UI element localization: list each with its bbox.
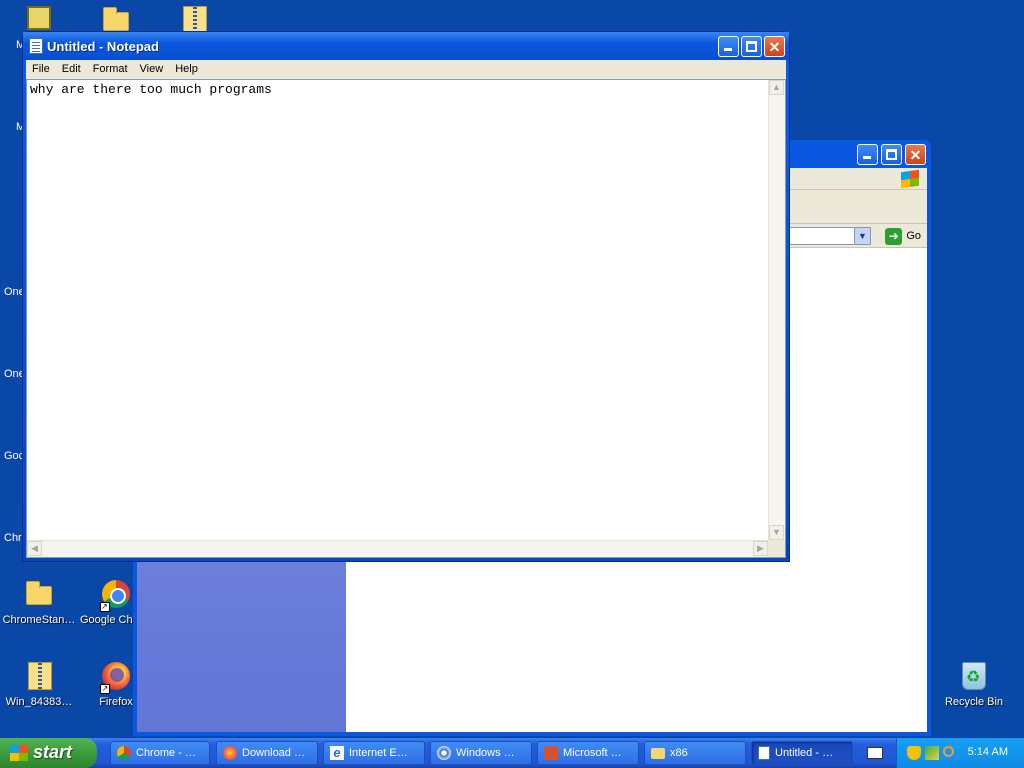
maximize-button[interactable] xyxy=(741,36,762,57)
desktop-icon-label: ChromeStan… xyxy=(2,614,76,626)
taskbar-button-label: Windows … xyxy=(456,747,515,759)
folder-icon xyxy=(103,7,129,31)
taskbar-button-microsoft[interactable]: Microsoft … xyxy=(537,741,639,765)
windows-logo-icon xyxy=(10,745,28,761)
keyboard-icon[interactable] xyxy=(867,747,883,759)
taskbar-button-label: x86 xyxy=(670,747,688,759)
taskbar-button-label: Internet E… xyxy=(349,747,408,759)
taskbar-button-windows-media[interactable]: Windows … xyxy=(430,741,532,765)
taskbar-button-x86[interactable]: x86 xyxy=(644,741,746,765)
menu-view[interactable]: View xyxy=(134,60,170,79)
notepad-title-bar[interactable]: Untitled - Notepad ✕ xyxy=(23,32,789,60)
editor-content[interactable]: why are there too much programs xyxy=(30,82,272,97)
close-icon: ✕ xyxy=(768,39,781,55)
recycle-bin-icon xyxy=(962,662,986,690)
security-shield-icon[interactable] xyxy=(907,746,921,760)
chrome-icon xyxy=(117,746,131,760)
firefox-icon xyxy=(223,746,237,760)
taskbar-button-download[interactable]: Download … xyxy=(216,741,318,765)
scroll-left-icon[interactable]: ◀ xyxy=(27,541,42,556)
notepad-icon xyxy=(758,746,770,760)
desktop-icon-label: Win_84383… xyxy=(5,696,73,708)
desktop-icon-chromestandalone[interactable]: ChromeStan… xyxy=(0,578,79,626)
network-icon[interactable] xyxy=(925,746,939,760)
desktop-icon-recycle-bin[interactable]: Recycle Bin xyxy=(934,660,1014,708)
menu-format[interactable]: Format xyxy=(87,60,134,79)
chevron-down-icon[interactable]: ▼ xyxy=(854,228,870,244)
menu-file[interactable]: File xyxy=(26,60,56,79)
shortcut-arrow-icon: ↗ xyxy=(100,684,110,694)
outlook-icon xyxy=(27,6,51,30)
windows-logo-icon xyxy=(901,169,919,189)
folder-icon xyxy=(26,581,52,605)
minimize-button[interactable] xyxy=(718,36,739,57)
notepad-icon[interactable] xyxy=(29,38,43,54)
taskbar-button-notepad[interactable]: Untitled - … xyxy=(751,741,853,765)
taskbar-button-label: Untitled - … xyxy=(775,747,834,759)
taskbar-button-chrome[interactable]: Chrome - … xyxy=(110,741,210,765)
vertical-scrollbar[interactable]: ▲ ▼ xyxy=(768,80,785,540)
ie-icon: e xyxy=(330,746,344,760)
explorer-maximize-button[interactable] xyxy=(881,144,902,165)
menubar: File Edit Format View Help xyxy=(26,60,786,79)
resize-grip-icon[interactable] xyxy=(768,540,785,557)
desktop-icon-label: Google Chr xyxy=(80,614,137,626)
zip-folder-icon xyxy=(183,6,207,34)
desktop-icon-google-chrome[interactable]: ↗ Google Chr xyxy=(77,578,137,626)
shortcut-arrow-icon: ↗ xyxy=(100,602,110,612)
desktop-icon-win-zip[interactable]: Win_84383… xyxy=(0,660,79,708)
menu-help[interactable]: Help xyxy=(169,60,204,79)
window-title: Untitled - Notepad xyxy=(47,39,159,54)
close-icon: ✕ xyxy=(909,147,922,163)
folder-icon xyxy=(651,747,665,759)
media-icon xyxy=(437,746,451,760)
start-label: start xyxy=(33,742,73,762)
horizontal-scrollbar[interactable]: ◀ ▶ xyxy=(27,540,768,557)
zip-folder-icon xyxy=(28,662,52,690)
close-button[interactable]: ✕ xyxy=(764,36,785,57)
powerpoint-icon xyxy=(544,746,558,760)
scroll-up-icon[interactable]: ▲ xyxy=(769,80,784,95)
explorer-minimize-button[interactable] xyxy=(857,144,878,165)
menu-edit[interactable]: Edit xyxy=(56,60,87,79)
text-editor[interactable]: why are there too much programs ▲ ▼ ◀ ▶ xyxy=(26,79,786,558)
start-button[interactable]: start xyxy=(0,738,97,768)
taskbar: start Chrome - … Download … e Internet E…… xyxy=(0,738,1024,768)
system-tray: 5:14 AM xyxy=(896,738,1024,768)
scroll-right-icon[interactable]: ▶ xyxy=(753,541,768,556)
desktop-icon-label: Recycle Bin xyxy=(944,696,1004,708)
search-icon[interactable] xyxy=(943,746,954,757)
notepad-window: Untitled - Notepad ✕ File Edit Format Vi… xyxy=(22,31,790,562)
go-arrow-icon: ➔ xyxy=(885,227,903,245)
taskbar-button-label: Download … xyxy=(242,747,305,759)
scroll-down-icon[interactable]: ▼ xyxy=(769,525,784,540)
explorer-close-button[interactable]: ✕ xyxy=(905,144,926,165)
taskbar-button-label: Microsoft … xyxy=(563,747,622,759)
taskbar-button-label: Chrome - … xyxy=(136,747,196,759)
clock[interactable]: 5:14 AM xyxy=(968,746,1008,758)
taskbar-button-internet-explorer[interactable]: e Internet E… xyxy=(323,741,425,765)
go-button[interactable]: ➔ Go xyxy=(885,227,921,245)
go-label: Go xyxy=(906,230,921,242)
